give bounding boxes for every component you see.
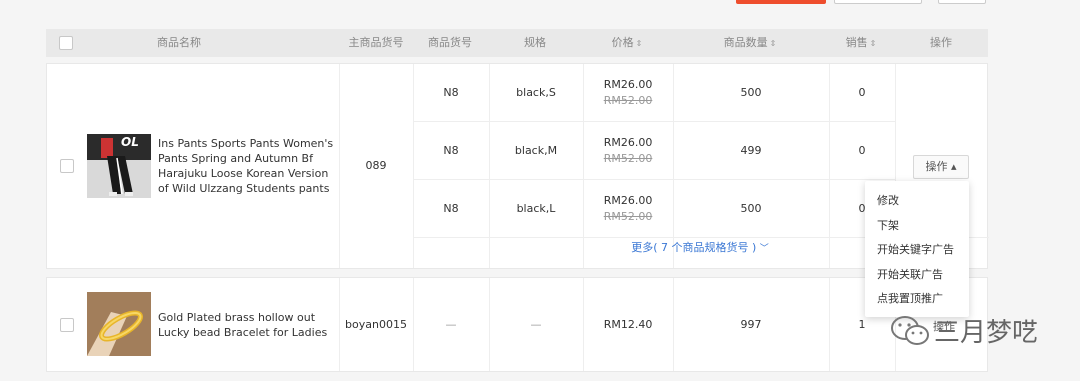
product-image[interactable] xyxy=(87,292,151,356)
variant-spec: — xyxy=(530,318,542,331)
header-actions: 操作 xyxy=(930,36,952,49)
table-row: Gold Plated brass hollow out Lucky bead … xyxy=(46,277,988,372)
header-main-sku: 主商品货号 xyxy=(348,36,404,49)
header-name: 商品名称 xyxy=(157,36,201,49)
price-original: RM52.00 xyxy=(603,94,653,107)
variant-price: RM26.00 RM52.00 xyxy=(583,135,673,167)
variant-spec: black,L xyxy=(516,202,556,215)
variant-sku: N8 xyxy=(443,202,459,215)
price-current: RM26.00 xyxy=(603,194,653,207)
chevron-down-icon: ﹀ xyxy=(759,244,769,254)
header-spec: 规格 xyxy=(524,36,546,49)
product-name[interactable]: Ins Pants Sports Pants Women's Pants Spr… xyxy=(158,136,334,196)
select-all-checkbox[interactable] xyxy=(59,36,73,50)
product-name[interactable]: Gold Plated brass hollow out Lucky bead … xyxy=(158,310,334,340)
variant-price: RM26.00 RM52.00 xyxy=(583,77,673,109)
variant-sku: N8 xyxy=(443,144,459,157)
variant-sku: — xyxy=(445,318,457,331)
variant-price: RM12.40 xyxy=(603,318,653,331)
watermark-text: 三月梦呓 xyxy=(934,318,1039,348)
actions-dropdown-menu: 修改 下架 开始关键字广告 开始关联广告 点我置顶推广 xyxy=(865,181,969,317)
price-original: RM52.00 xyxy=(603,152,653,165)
primary-action-button[interactable] xyxy=(736,0,826,4)
header-sales[interactable]: 销售 ⇕ xyxy=(828,29,894,57)
variant-sales: 0 xyxy=(858,144,866,157)
variant-spec: black,S xyxy=(516,86,556,99)
main-sku: 089 xyxy=(365,159,387,172)
product-image[interactable]: OL xyxy=(87,134,151,198)
svg-text:OL: OL xyxy=(121,135,139,149)
menu-item-boost[interactable]: 点我置顶推广 xyxy=(865,287,969,312)
sort-icon[interactable]: ⇕ xyxy=(870,39,877,48)
variant-qty: 997 xyxy=(740,318,762,331)
main-sku: boyan0015 xyxy=(345,318,407,331)
variant-sales: 0 xyxy=(858,86,866,99)
variant-price: RM26.00 RM52.00 xyxy=(583,193,673,225)
variant-sales: 1 xyxy=(858,318,866,331)
variant-qty: 500 xyxy=(740,86,762,99)
price-current: RM26.00 xyxy=(603,78,653,91)
header-qty[interactable]: 商品数量 ⇕ xyxy=(672,29,828,57)
menu-item-keyword-ads[interactable]: 开始关键字广告 xyxy=(865,238,969,263)
actions-button[interactable]: 操作 ▴ xyxy=(913,155,969,179)
menu-item-related-ads[interactable]: 开始关联广告 xyxy=(865,263,969,288)
price-original: RM52.00 xyxy=(603,210,653,223)
variant-qty: 499 xyxy=(740,144,762,157)
row-checkbox[interactable] xyxy=(60,159,74,173)
sort-icon[interactable]: ⇕ xyxy=(636,39,643,48)
header-price[interactable]: 价格 ⇕ xyxy=(582,29,672,57)
variant-qty: 500 xyxy=(740,202,762,215)
price-current: RM26.00 xyxy=(603,136,653,149)
sort-icon[interactable]: ⇕ xyxy=(770,39,777,48)
row-checkbox[interactable] xyxy=(60,318,74,332)
variant-spec: black,M xyxy=(514,144,558,157)
secondary-action-button[interactable] xyxy=(834,0,922,4)
variant-sku: N8 xyxy=(443,86,459,99)
menu-item-edit[interactable]: 修改 xyxy=(865,189,969,214)
wechat-icon xyxy=(891,315,929,345)
menu-item-unlist[interactable]: 下架 xyxy=(865,214,969,239)
table-row: OL Ins Pants Sports Pants Women's Pants … xyxy=(46,63,989,269)
tertiary-action-button[interactable] xyxy=(938,0,986,4)
header-sku: 商品货号 xyxy=(428,36,472,49)
top-toolbar xyxy=(0,0,1080,28)
table-header: 商品名称 主商品货号 商品货号 规格 价格 ⇕ 商品数量 ⇕ 销售 ⇕ 操作 xyxy=(46,29,988,57)
watermark: 三月梦呓 xyxy=(890,312,1038,349)
